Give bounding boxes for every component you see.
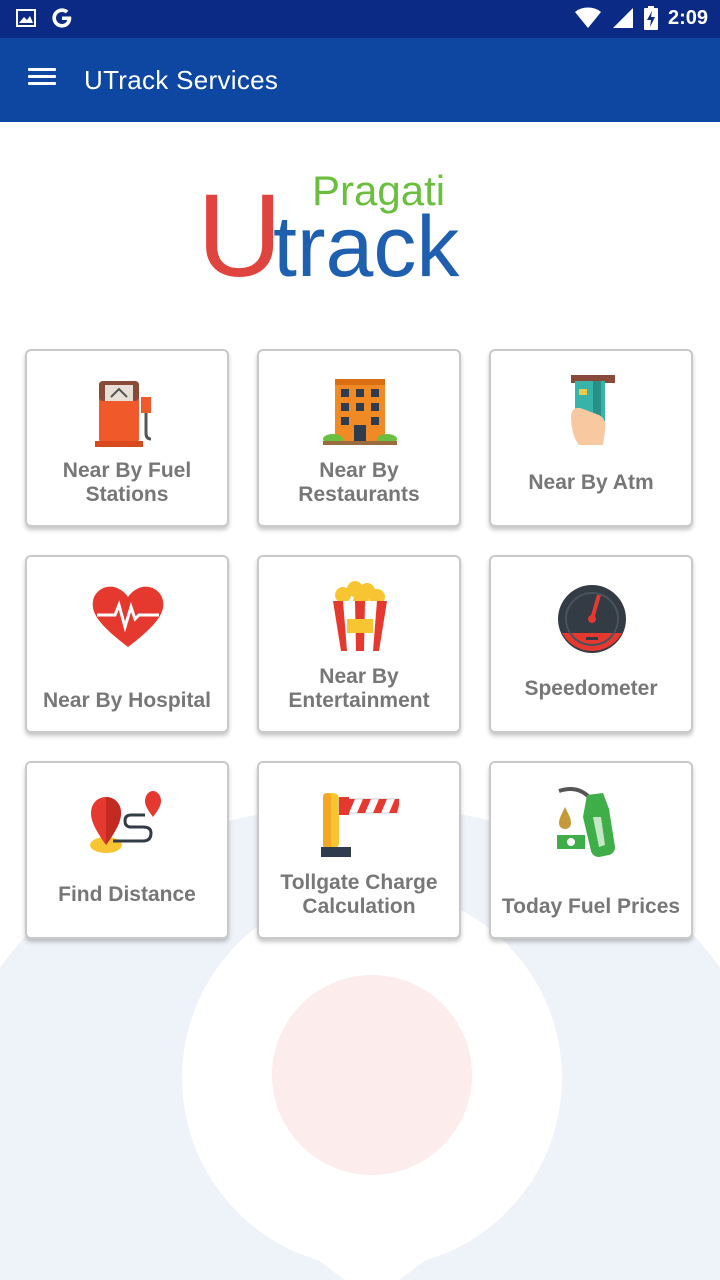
battery-charging-icon [643,6,658,30]
map-route-icon [90,791,161,853]
status-bar: 2:09 [0,0,720,38]
tile-near-by-atm[interactable]: Near By Atm [489,349,693,527]
toll-barrier-icon [321,793,399,857]
tile-label: Near By Fuel Stations [62,459,192,506]
fuel-pump-icon [95,381,152,447]
tile-near-by-fuel-stations[interactable]: Near By Fuel Stations [25,349,229,527]
building-icon [323,379,397,445]
tile-label: Find Distance [58,883,196,906]
tile-near-by-restaurants[interactable]: Near By Restaurants [257,349,461,527]
heart-pulse-icon [92,586,164,647]
tile-near-by-entertainment[interactable]: Near By Entertainment [257,555,461,733]
tile-tollgate-charge-calculation[interactable]: Tollgate Charge Calculation [257,761,461,939]
tile-label: Near By Entertainment [288,665,430,712]
utrack-logo: Pragati U track [197,167,460,290]
tile-today-fuel-prices[interactable]: Today Fuel Prices [489,761,693,939]
page-title: UTrack Services [84,65,279,95]
tile-label: Today Fuel Prices [501,895,681,918]
google-icon [52,8,72,28]
wifi-icon [574,7,601,28]
app-bar: UTrack Services [0,38,720,122]
popcorn-icon [333,581,387,651]
tile-near-by-hospital[interactable]: Near By Hospital [25,555,229,733]
fuel-nozzle-icon [557,787,615,857]
atm-card-icon [571,375,615,445]
logo-u-text: U [197,170,282,290]
clock: 2:09 [667,6,708,29]
tile-find-distance[interactable]: Find Distance [25,761,229,939]
signal-icon [612,8,633,28]
image-icon [16,9,36,27]
hamburger-menu-icon[interactable] [22,64,62,96]
speedometer-icon [558,585,626,653]
tile-label: Near By Hospital [42,689,212,712]
tile-label: Speedometer [524,677,658,700]
tile-label: Near By Atm [528,471,654,494]
tile-speedometer[interactable]: Speedometer [489,555,693,733]
tile-label: Near By Restaurants [298,459,420,506]
tile-label: Tollgate Charge Calculation [280,871,438,918]
logo-track-text: track [273,199,460,290]
